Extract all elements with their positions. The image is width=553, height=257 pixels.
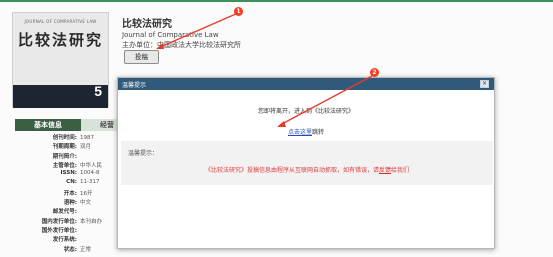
info-tabs: 基本信息 经营 [15, 119, 133, 131]
notice-text: 《比较法研究》投稿信息由程序从互联网自动抓取，如有错误，请反馈给我们 [121, 165, 493, 174]
info-row: 期刊简介: [15, 152, 125, 161]
journal-page: JOURNAL OF COMPARATIVE LAW 比较法研究 5 比较法研究… [0, 2, 553, 257]
journal-cover-image: JOURNAL OF COMPARATIVE LAW 比较法研究 5 [12, 12, 109, 108]
notice-title: 温馨提示： [128, 150, 159, 157]
info-label: 邮发代号: [52, 209, 77, 216]
info-value: 1987 [80, 135, 94, 141]
info-label: ISSN: [60, 170, 77, 177]
info-row: 邮发代号: [15, 207, 125, 216]
info-label: 主管单位: [52, 162, 77, 169]
tab-basic-info[interactable]: 基本信息 [15, 119, 81, 131]
info-row: CN: 11-317 [15, 179, 125, 188]
info-row: 国内发行单位: 本刊自办 [15, 217, 125, 226]
info-value: 11-317 [80, 179, 100, 186]
cover-en-title: JOURNAL OF COMPARATIVE LAW [24, 19, 97, 24]
info-value: 本刊自办 [80, 218, 103, 225]
click-here-link[interactable]: 点击这里 [288, 129, 312, 136]
notice-text-b: 给我们 [391, 167, 410, 174]
info-row: 国外发行单位: [15, 226, 125, 235]
info-row: 开本: 16开 [15, 189, 125, 198]
notice-text-a: 《比较法研究》投稿信息由程序从互联网自动抓取，如有错误，请 [204, 167, 379, 174]
info-value: 1004-8 [80, 170, 100, 177]
info-row: 语种: 中文 [15, 198, 125, 207]
info-row: ISSN: 1004-8 [15, 170, 125, 179]
info-label: 发行系统: [52, 237, 77, 244]
info-value: 中文 [80, 200, 92, 207]
jump-suffix: 跳转 [312, 129, 325, 136]
annotation-arrow-1 [156, 12, 239, 49]
info-row: 刊期周期: 双月 [15, 142, 125, 151]
info-row: 主管单位: 中华人民 [15, 161, 125, 170]
info-label: 创刊时间: [52, 135, 77, 141]
info-label: 期刊简介: [52, 153, 77, 160]
feedback-link[interactable]: 反馈 [379, 167, 391, 174]
info-row: 发行系统: [15, 235, 125, 244]
info-label: CN: [66, 179, 77, 186]
info-label: 开本: [63, 190, 77, 197]
annotation-arrow-2 [277, 75, 373, 127]
cover-cn-title: 比较法研究 [17, 31, 103, 49]
info-label: 语种: [63, 200, 77, 207]
info-label: 国外发行单位: [41, 227, 77, 234]
info-value: 双月 [80, 144, 92, 151]
info-value: 16开 [80, 190, 93, 197]
info-row: 创刊时间: 1987 [15, 133, 125, 142]
info-row: 状态: 正常 [15, 245, 125, 254]
notice-box: 温馨提示： 《比较法研究》投稿信息由程序从互联网自动抓取，如有错误，请反馈给我们 [121, 141, 493, 185]
info-value: 正常 [80, 246, 92, 253]
info-label: 国内发行单位: [41, 218, 77, 225]
close-icon[interactable]: × [480, 80, 489, 88]
dialog-title: 温馨提示 [122, 82, 147, 89]
journal-info-list: 创刊时间: 1987 刊期周期: 双月 期刊简介: 主管单位: 中华人民 ISSN: 1004-… [15, 133, 125, 254]
info-value: 中华人民 [80, 162, 103, 169]
info-label: 状态: [63, 246, 77, 253]
cover-issue-number: 5 [94, 83, 102, 99]
info-label: 刊期周期: [52, 144, 77, 151]
